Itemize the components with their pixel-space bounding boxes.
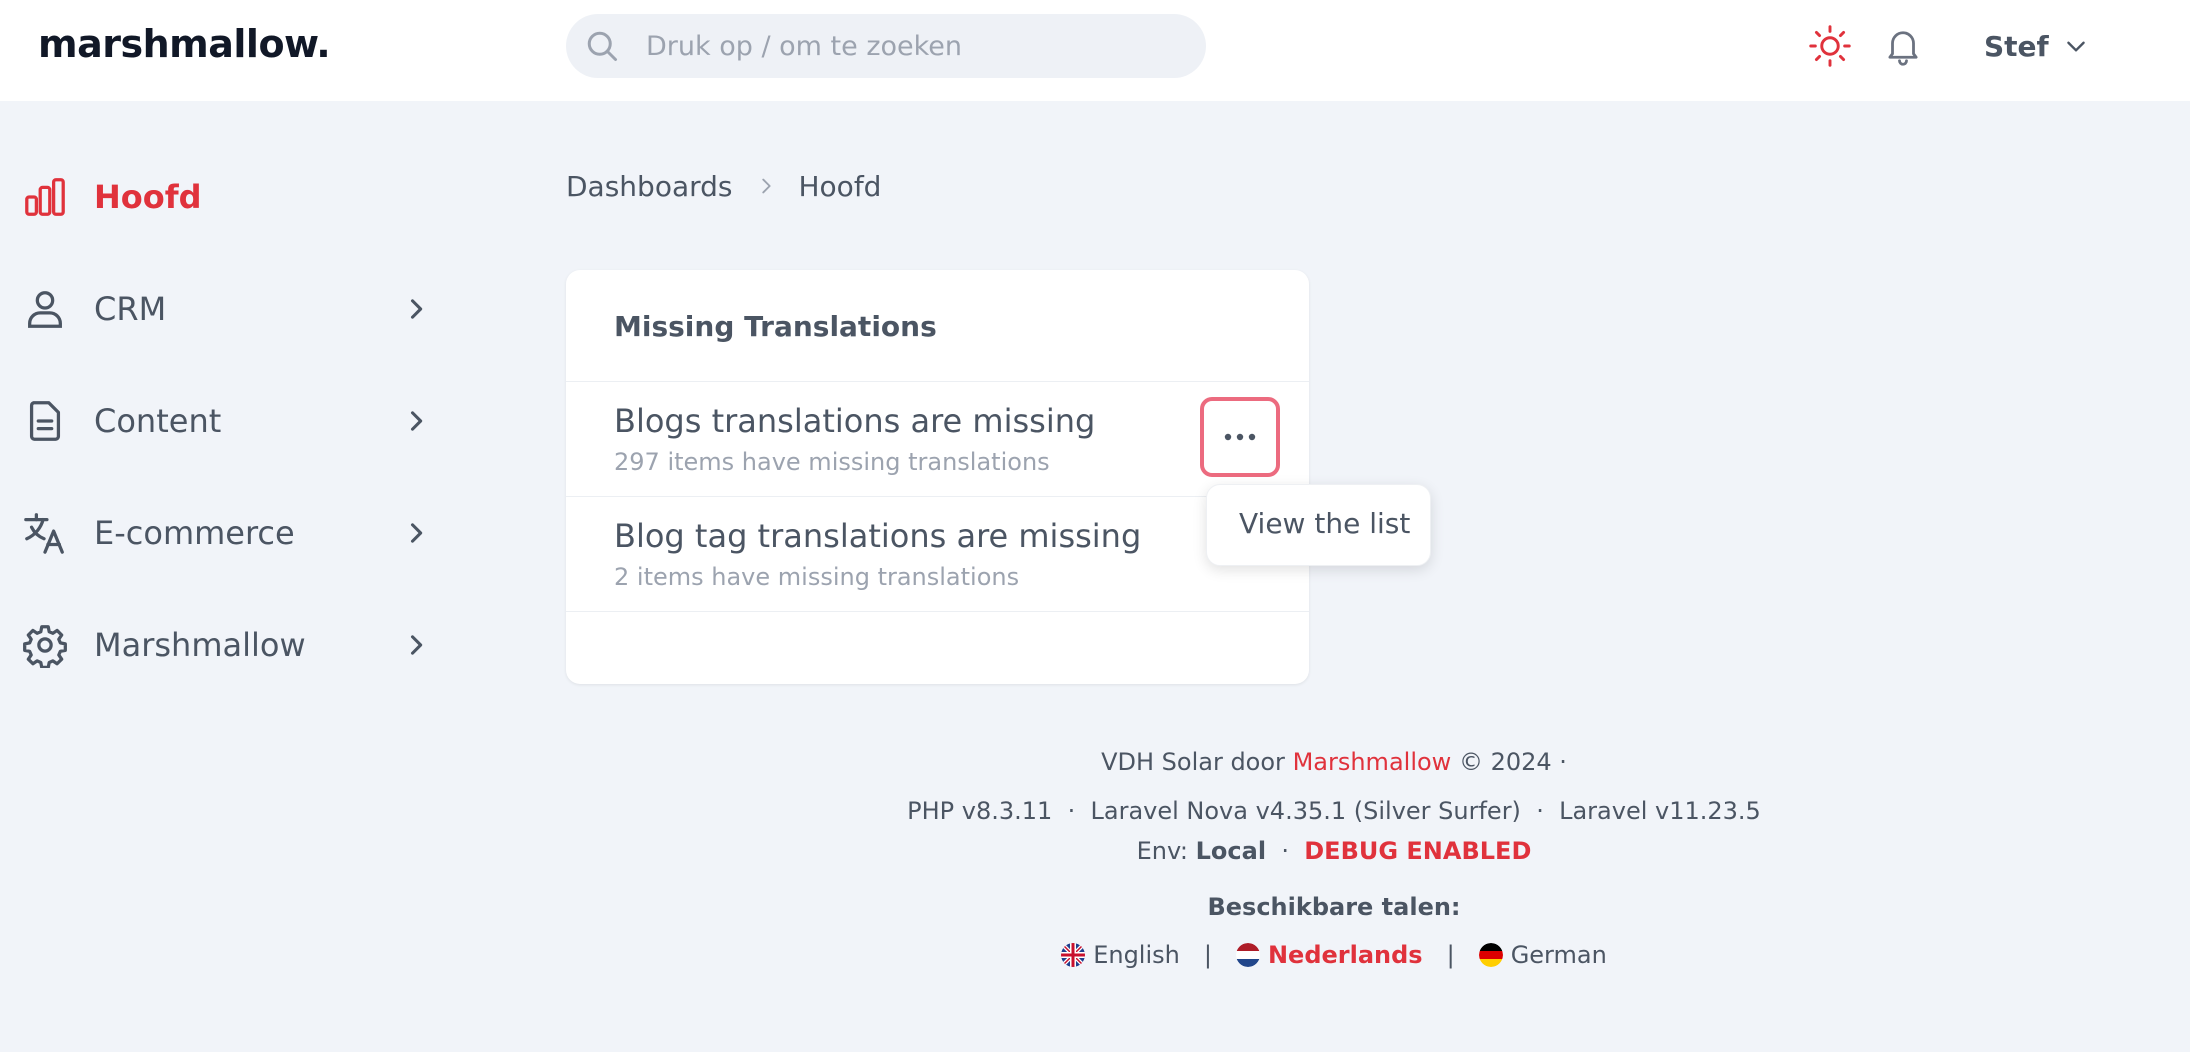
card-title: Missing Translations <box>614 310 937 343</box>
search-icon <box>587 31 617 61</box>
more-actions-button[interactable] <box>1200 397 1280 477</box>
missing-translations-card: Missing Translations Blogs translations … <box>566 270 1309 684</box>
list-item: Blogs translations are missing 297 items… <box>566 382 1309 496</box>
footer-env: Env: Local · DEBUG ENABLED <box>566 837 2102 865</box>
lang-separator: | <box>1203 941 1212 969</box>
divider <box>566 611 1309 612</box>
language-switcher: English | Nederlands | German <box>566 941 2102 973</box>
env-label: Env: <box>1136 837 1188 865</box>
sidebar-item-label: E-commerce <box>94 514 295 552</box>
uk-flag-icon <box>1061 943 1086 967</box>
chevron-right-icon <box>410 411 423 431</box>
dot-separator: · <box>1536 797 1544 825</box>
footer-text: © 2024 · <box>1458 748 1567 776</box>
translate-icon <box>24 513 64 554</box>
ellipsis-icon <box>1224 433 1256 441</box>
sidebar-item-crm[interactable]: CRM <box>22 279 432 339</box>
nova-version: Laravel Nova v4.35.1 (Silver Surfer) <box>1090 797 1521 825</box>
view-list-menu-item[interactable]: View the list <box>1239 507 1410 540</box>
sun-icon[interactable] <box>1808 24 1852 68</box>
env-value: Local <box>1195 837 1267 865</box>
breadcrumb: Dashboards Hoofd <box>566 168 881 204</box>
document-icon <box>29 401 61 441</box>
lang-english[interactable]: English <box>1061 941 1180 969</box>
bar-chart-icon <box>25 178 65 216</box>
list-item: Blog tag translations are missing 2 item… <box>566 497 1309 611</box>
chevron-down-icon <box>2066 41 2085 52</box>
de-flag-icon <box>1478 943 1503 967</box>
actions-dropdown: View the list <box>1206 484 1431 566</box>
top-header: marshmallow. Stef <box>0 0 2190 101</box>
lang-label: Nederlands <box>1267 941 1423 969</box>
debug-badge: DEBUG ENABLED <box>1304 837 1532 865</box>
lang-separator: | <box>1446 941 1455 969</box>
lang-label: German <box>1510 941 1607 969</box>
user-menu[interactable]: Stef <box>1984 26 2089 66</box>
marshmallow-link[interactable]: Marshmallow <box>1293 748 1452 776</box>
dot-separator: · <box>1067 797 1076 825</box>
sidebar-item-label: Content <box>94 402 222 440</box>
chevron-right-icon <box>410 299 423 319</box>
row-subtitle: 297 items have missing translations <box>614 448 1050 476</box>
bell-icon[interactable] <box>1882 22 1924 68</box>
row-title: Blog tag translations are missing <box>614 517 1142 555</box>
gear-icon <box>23 625 67 668</box>
lang-label: English <box>1093 941 1180 969</box>
lang-german[interactable]: German <box>1478 941 1607 969</box>
dot-separator: · <box>1281 837 1289 865</box>
sidebar-item-label: CRM <box>94 290 167 328</box>
app-logo[interactable]: marshmallow. <box>38 22 331 66</box>
search-bar[interactable] <box>566 14 1206 78</box>
sidebar-item-label: Hoofd <box>94 178 202 216</box>
sidebar-item-content[interactable]: Content <box>22 391 432 451</box>
php-version: PHP v8.3.11 <box>907 797 1053 825</box>
row-subtitle: 2 items have missing translations <box>614 563 1020 591</box>
chevron-right-icon <box>761 178 771 194</box>
lang-nederlands[interactable]: Nederlands <box>1235 941 1423 969</box>
footer-copyright: VDH Solar door Marshmallow © 2024 · <box>566 748 2102 776</box>
breadcrumb-dashboards[interactable]: Dashboards <box>566 170 733 203</box>
breadcrumb-current: Hoofd <box>798 169 882 203</box>
chevron-right-icon <box>410 523 423 543</box>
laravel-version: Laravel v11.23.5 <box>1559 797 1761 825</box>
footer-text: VDH Solar door <box>1101 748 1285 776</box>
languages-title: Beschikbare talen: <box>1207 893 1461 921</box>
sidebar-item-hoofd[interactable]: Hoofd <box>22 167 432 227</box>
chevron-right-icon <box>410 635 423 655</box>
search-input[interactable] <box>646 14 1186 78</box>
footer-versions: PHP v8.3.11 · Laravel Nova v4.35.1 (Silv… <box>566 797 2102 825</box>
user-name: Stef <box>1984 29 2049 63</box>
row-title: Blogs translations are missing <box>614 402 1096 440</box>
sidebar-item-label: Marshmallow <box>94 626 306 664</box>
nl-flag-icon <box>1235 943 1260 967</box>
user-icon <box>28 291 62 328</box>
sidebar-item-marshmallow[interactable]: Marshmallow <box>22 615 432 675</box>
sidebar-item-ecommerce[interactable]: E-commerce <box>22 503 432 563</box>
